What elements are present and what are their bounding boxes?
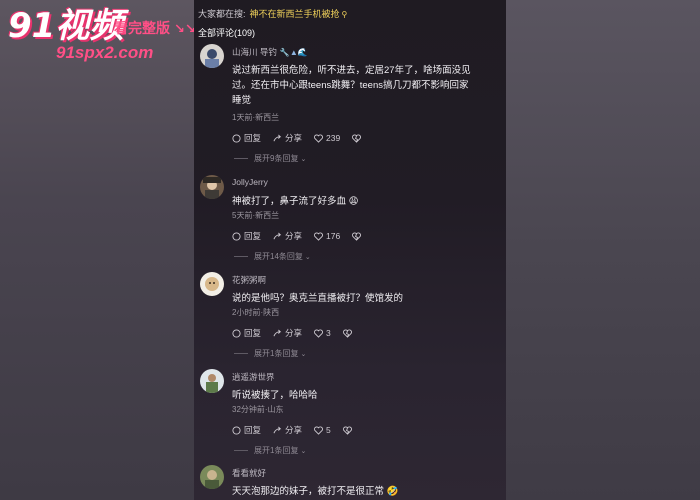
watermark-url[interactable]: 91spx2.com bbox=[56, 43, 153, 63]
search-suggestion[interactable]: 大家都在搜: 神不在新西兰手机被抢 ⚲ bbox=[198, 7, 347, 20]
broken-heart-icon bbox=[342, 328, 352, 338]
user-badge: 🔧▲🌊 bbox=[279, 48, 308, 57]
comments-count-title: 全部评论(109) bbox=[198, 28, 256, 38]
expand-replies[interactable]: 展开1条回复 ⌄ bbox=[234, 445, 306, 456]
share-button[interactable]: 分享 bbox=[273, 132, 302, 144]
comment-username[interactable]: 看看就好 bbox=[232, 467, 266, 479]
reply-label: 回复 bbox=[244, 328, 262, 338]
dislike-button[interactable] bbox=[342, 328, 355, 338]
like-count: 5 bbox=[326, 425, 331, 435]
share-button[interactable]: 分享 bbox=[273, 230, 302, 242]
share-button[interactable]: 分享 bbox=[273, 327, 302, 339]
search-icon: ⚲ bbox=[341, 10, 348, 19]
like-count: 3 bbox=[326, 328, 331, 338]
like-button[interactable]: 239 bbox=[314, 133, 340, 143]
avatar[interactable] bbox=[200, 465, 224, 489]
comment-meta: 1天前·新西兰 bbox=[232, 113, 280, 122]
expand-replies[interactable]: 展开1条回复 ⌄ bbox=[234, 348, 306, 359]
share-icon bbox=[273, 426, 282, 433]
reply-button[interactable]: 回复 bbox=[232, 132, 261, 144]
watermark-logo: 91视频 bbox=[8, 6, 124, 46]
left-blurred-backdrop bbox=[0, 0, 194, 500]
avatar[interactable] bbox=[200, 44, 224, 68]
share-label: 分享 bbox=[285, 328, 303, 338]
comment-actions: 回复 分享 3 bbox=[232, 327, 367, 339]
broken-heart-icon bbox=[342, 425, 352, 435]
chevron-down-icon: ⌄ bbox=[300, 350, 307, 358]
broken-heart-icon bbox=[352, 133, 362, 143]
chevron-down-icon: ⌄ bbox=[300, 447, 307, 455]
broken-heart-icon bbox=[352, 231, 362, 241]
share-icon bbox=[273, 329, 282, 336]
share-label: 分享 bbox=[285, 133, 303, 143]
comment-text: 神被打了，鼻子流了好多血 😩 bbox=[232, 196, 359, 207]
dislike-button[interactable] bbox=[352, 133, 364, 143]
like-count: 176 bbox=[326, 231, 341, 241]
reply-icon bbox=[232, 231, 241, 241]
search-keyword[interactable]: 神不在新西兰手机被抢 bbox=[250, 9, 340, 19]
avatar[interactable] bbox=[200, 272, 224, 296]
like-button[interactable]: 176 bbox=[314, 231, 340, 241]
watermark-arrows: ↘↘ bbox=[174, 21, 196, 36]
divider-line bbox=[234, 158, 248, 159]
comment-text: 说过新西兰很危险，听不进去，定居27年了，啥场面没见过。还在市中心跟teens跳… bbox=[232, 65, 471, 106]
comment-username[interactable]: 花粥粥啊 bbox=[232, 274, 266, 286]
reply-icon bbox=[232, 425, 241, 435]
expand-replies-label: 展开1条回复 bbox=[254, 446, 299, 455]
heart-icon bbox=[314, 328, 324, 338]
reply-button[interactable]: 回复 bbox=[232, 424, 261, 436]
reply-icon bbox=[232, 133, 241, 143]
comment-actions: 回复 分享 239 bbox=[232, 132, 376, 144]
reply-button[interactable]: 回复 bbox=[232, 327, 261, 339]
heart-icon bbox=[314, 231, 324, 241]
dislike-button[interactable] bbox=[342, 425, 355, 435]
watermark-cta[interactable]: 看完整版 ↘↘ bbox=[114, 18, 196, 38]
comment-username[interactable]: 逍遥游世界 bbox=[232, 371, 275, 383]
comments-panel: 大家都在搜: 神不在新西兰手机被抢 ⚲ 全部评论(109) 山海川 导钓 🔧▲🌊 说过… bbox=[194, 0, 506, 500]
like-button[interactable]: 5 bbox=[314, 425, 331, 435]
expand-replies-label: 展开1条回复 bbox=[254, 349, 299, 358]
watermark-cta-text: 看完整版 bbox=[114, 20, 170, 36]
comment-text: 听说被揍了，哈哈哈 bbox=[232, 390, 318, 401]
comment-meta: 32分钟前·山东 bbox=[232, 405, 284, 414]
comment-text: 说的是他吗？奥克兰直播被打？使馆发的 bbox=[232, 293, 404, 304]
avatar[interactable] bbox=[200, 175, 224, 199]
reply-button[interactable]: 回复 bbox=[232, 230, 261, 242]
share-label: 分享 bbox=[285, 425, 303, 435]
username-text: 山海川 导钓 bbox=[232, 47, 277, 57]
chevron-down-icon: ⌄ bbox=[300, 155, 307, 163]
comment-username[interactable]: 山海川 导钓 🔧▲🌊 bbox=[232, 46, 308, 58]
right-blurred-backdrop bbox=[506, 0, 700, 500]
expand-replies[interactable]: 展开9条回复 ⌄ bbox=[234, 153, 306, 164]
dislike-button[interactable] bbox=[352, 231, 364, 241]
divider-line bbox=[234, 353, 248, 354]
share-button[interactable]: 分享 bbox=[273, 424, 302, 436]
comment-text: 天天泡那边的妹子，被打不是很正常 🤣 bbox=[232, 486, 399, 497]
comment-username[interactable]: JollyJerry bbox=[232, 177, 268, 187]
heart-icon bbox=[314, 133, 324, 143]
comment-meta: 5天前·新西兰 bbox=[232, 211, 280, 220]
reply-icon bbox=[232, 328, 241, 338]
divider-line bbox=[234, 256, 248, 257]
share-label: 分享 bbox=[285, 231, 303, 241]
share-icon bbox=[273, 134, 282, 141]
share-icon bbox=[273, 232, 282, 239]
comment-actions: 回复 分享 5 bbox=[232, 424, 367, 436]
expand-replies[interactable]: 展开14条回复 ⌄ bbox=[234, 251, 311, 262]
like-button[interactable]: 3 bbox=[314, 328, 331, 338]
like-count: 239 bbox=[326, 133, 341, 143]
reply-label: 回复 bbox=[244, 133, 262, 143]
comment-actions: 回复 分享 176 bbox=[232, 230, 376, 242]
heart-icon bbox=[314, 425, 324, 435]
avatar[interactable] bbox=[200, 369, 224, 393]
expand-replies-label: 展开9条回复 bbox=[254, 154, 299, 163]
comment-meta: 2小时前·陕西 bbox=[232, 308, 280, 317]
divider-line bbox=[234, 450, 248, 451]
expand-replies-label: 展开14条回复 bbox=[254, 252, 303, 261]
reply-label: 回复 bbox=[244, 425, 262, 435]
chevron-down-icon: ⌄ bbox=[304, 253, 311, 261]
reply-label: 回复 bbox=[244, 231, 262, 241]
search-label: 大家都在搜: bbox=[198, 9, 246, 19]
